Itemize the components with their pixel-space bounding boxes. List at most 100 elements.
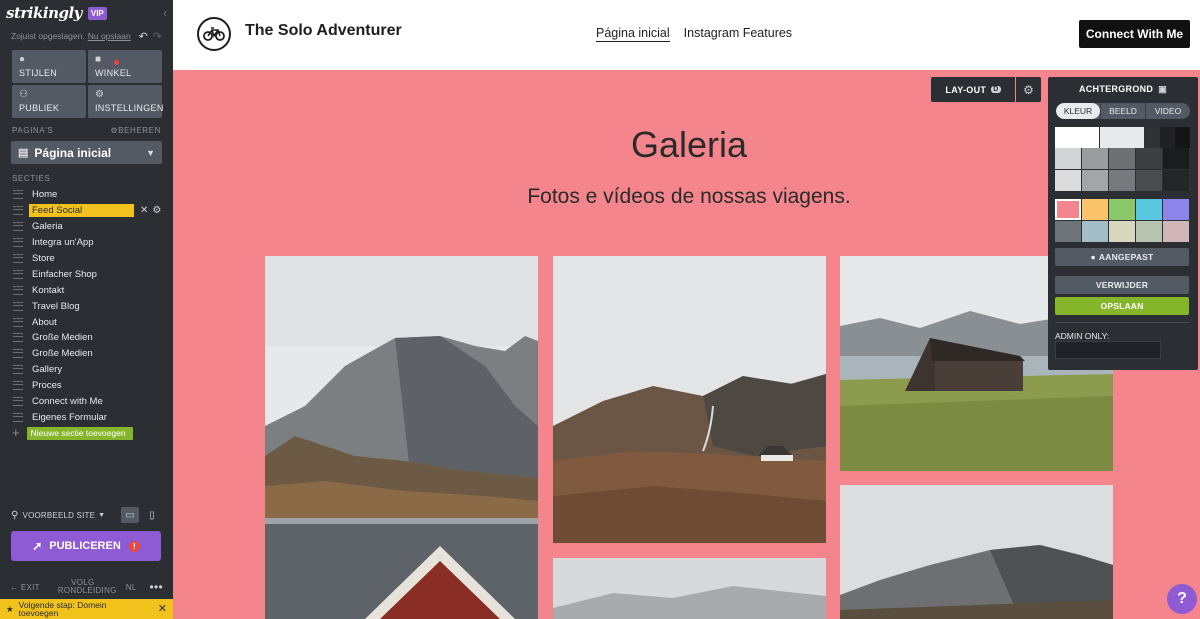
- color-swatch[interactable]: [1082, 199, 1108, 220]
- drag-handle-icon[interactable]: [13, 238, 23, 248]
- section-item[interactable]: Travel Blog: [0, 298, 173, 314]
- publish-button[interactable]: ➚ PUBLICEREN !: [11, 531, 161, 561]
- color-swatch[interactable]: [1055, 170, 1081, 191]
- custom-color-button[interactable]: ● AANGEPAST: [1055, 248, 1189, 266]
- drag-handle-icon[interactable]: [13, 412, 23, 422]
- tab-image[interactable]: BEELD: [1100, 103, 1145, 119]
- section-settings-icon[interactable]: ⚙: [152, 205, 161, 216]
- drag-handle-icon[interactable]: [13, 301, 23, 311]
- section-settings-icon[interactable]: ⚙: [1016, 77, 1041, 102]
- connect-button[interactable]: Connect With Me: [1079, 20, 1190, 48]
- color-swatch[interactable]: [1136, 221, 1162, 242]
- section-item[interactable]: Große Medien: [0, 346, 173, 362]
- mobile-icon[interactable]: ▯: [143, 507, 161, 523]
- nav-home[interactable]: Página inicial: [596, 26, 670, 42]
- gallery-subtitle[interactable]: Fotos e vídeos de nossas viagens.: [173, 185, 1200, 209]
- drag-handle-icon[interactable]: [13, 397, 23, 407]
- desktop-icon[interactable]: ▭: [121, 507, 139, 523]
- settings-tile[interactable]: ⚙ INSTELLINGEN: [88, 85, 163, 118]
- color-swatch[interactable]: [1109, 221, 1135, 242]
- manage-pages-button[interactable]: ⚙BEHEREN: [110, 126, 161, 135]
- color-swatch[interactable]: [1109, 148, 1135, 169]
- section-item[interactable]: Proces: [0, 378, 173, 394]
- more-icon[interactable]: •••: [149, 580, 163, 594]
- drag-handle-icon[interactable]: [13, 349, 23, 359]
- next-step-banner[interactable]: ★ Volgende stap: Domein toevoegen ✕: [0, 599, 173, 619]
- color-swatch[interactable]: [1160, 127, 1175, 148]
- tour-button[interactable]: VOLG RONDLEIDING: [58, 579, 117, 595]
- help-button[interactable]: ?: [1167, 584, 1197, 614]
- drag-handle-icon[interactable]: [13, 381, 23, 391]
- add-section[interactable]: + Nieuwe sectie toevoegen: [0, 426, 173, 440]
- color-swatch[interactable]: [1163, 221, 1189, 242]
- drag-handle-icon[interactable]: [13, 254, 23, 263]
- section-label: Home: [32, 189, 58, 201]
- color-swatch[interactable]: [1082, 148, 1108, 169]
- gallery-photo[interactable]: [553, 256, 826, 543]
- drag-handle-icon[interactable]: [13, 285, 23, 295]
- gallery-photo[interactable]: [553, 558, 826, 619]
- gallery-title[interactable]: Galeria: [173, 124, 1200, 166]
- color-swatch[interactable]: [1100, 127, 1144, 148]
- section-item[interactable]: Feed Social ✕ ⚙: [0, 203, 173, 219]
- layout-button[interactable]: LAY-OUT D: [931, 77, 1015, 102]
- tab-color[interactable]: KLEUR: [1056, 103, 1100, 119]
- drag-handle-icon[interactable]: [13, 190, 23, 200]
- gallery-photo[interactable]: [265, 256, 538, 619]
- section-item[interactable]: Store: [0, 251, 173, 267]
- redo-icon[interactable]: ↷: [153, 30, 162, 43]
- undo-icon[interactable]: ↶: [139, 30, 148, 43]
- color-swatch[interactable]: [1055, 221, 1081, 242]
- page-selector[interactable]: ▤ Página inicial ▼: [11, 141, 162, 164]
- delete-button[interactable]: VERWIJDER: [1055, 276, 1189, 294]
- delete-section-icon[interactable]: ✕: [140, 205, 148, 216]
- color-swatch[interactable]: [1136, 170, 1162, 191]
- color-swatch[interactable]: [1082, 170, 1108, 191]
- styles-tile[interactable]: ● STIJLEN: [12, 50, 86, 83]
- drag-handle-icon[interactable]: [13, 222, 23, 232]
- close-icon[interactable]: ✕: [158, 604, 167, 615]
- nav-instagram-features[interactable]: Instagram Features: [684, 26, 792, 42]
- add-section-button[interactable]: Nieuwe sectie toevoegen: [26, 427, 133, 440]
- color-swatch[interactable]: [1136, 199, 1162, 220]
- gallery-photo[interactable]: [840, 485, 1113, 619]
- exit-button[interactable]: ← EXIT: [10, 583, 40, 592]
- tab-video[interactable]: VIDEO: [1145, 103, 1190, 119]
- section-item[interactable]: Home: [0, 187, 173, 203]
- section-item[interactable]: Integra un'App: [0, 235, 173, 251]
- color-swatch[interactable]: [1109, 170, 1135, 191]
- color-swatch[interactable]: [1109, 199, 1135, 220]
- drag-handle-icon[interactable]: [13, 365, 23, 375]
- color-swatch[interactable]: [1145, 127, 1160, 148]
- section-item[interactable]: Gallery: [0, 362, 173, 378]
- color-swatch[interactable]: [1163, 170, 1189, 191]
- section-item[interactable]: Connect with Me: [0, 394, 173, 410]
- color-swatch[interactable]: [1082, 221, 1108, 242]
- section-item[interactable]: Galeria: [0, 219, 173, 235]
- section-item[interactable]: Eigenes Formular: [0, 409, 173, 425]
- color-swatch[interactable]: [1055, 199, 1081, 220]
- color-swatch[interactable]: [1055, 148, 1081, 169]
- site-brand[interactable]: The Solo Adventurer: [245, 22, 402, 40]
- color-swatch[interactable]: [1163, 199, 1189, 220]
- color-swatch[interactable]: [1175, 127, 1190, 148]
- save-now-link[interactable]: Nu opslaan: [88, 31, 131, 41]
- drag-handle-icon[interactable]: [13, 206, 23, 216]
- color-swatch[interactable]: [1055, 127, 1099, 148]
- admin-only-field[interactable]: [1055, 341, 1161, 359]
- color-swatch[interactable]: [1136, 148, 1162, 169]
- section-item[interactable]: Kontakt: [0, 282, 173, 298]
- section-item[interactable]: Große Medien: [0, 330, 173, 346]
- save-button[interactable]: OPSLAAN: [1055, 297, 1189, 315]
- preview-site-dropdown[interactable]: VOORBEELD SITE: [23, 511, 96, 520]
- drag-handle-icon[interactable]: [13, 269, 23, 279]
- audience-tile[interactable]: ⚇ PUBLIEK: [12, 85, 86, 118]
- collapse-sidebar-icon[interactable]: ‹: [163, 6, 167, 20]
- drag-handle-icon[interactable]: [13, 317, 23, 327]
- section-item[interactable]: About: [0, 314, 173, 330]
- section-item[interactable]: Einfacher Shop: [0, 266, 173, 282]
- drag-handle-icon[interactable]: [13, 333, 23, 343]
- language-button[interactable]: NL: [126, 583, 137, 592]
- color-swatch[interactable]: [1163, 148, 1189, 169]
- store-tile[interactable]: ■ WINKEL: [88, 50, 162, 83]
